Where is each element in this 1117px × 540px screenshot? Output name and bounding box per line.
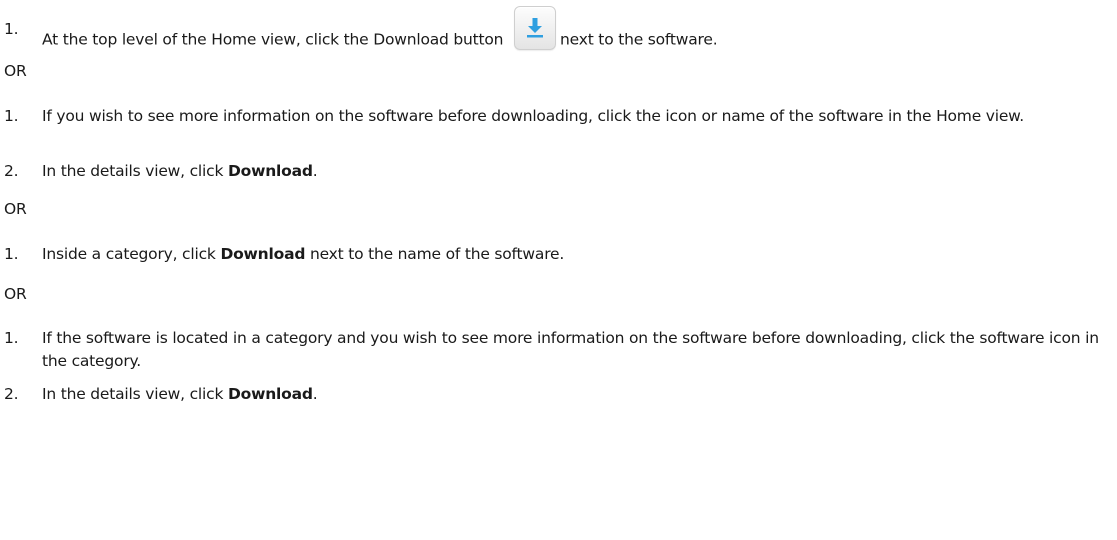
option3-step1: 1. Inside a category, click Download nex…	[4, 243, 1111, 266]
step-number: 2.	[4, 162, 19, 180]
step-text: In the details view, click Download.	[42, 162, 318, 180]
download-label: Download	[227, 385, 313, 403]
or-separator: OR	[4, 200, 27, 218]
step-text: If the software is located in a category…	[42, 329, 1099, 370]
or-separator: OR	[4, 285, 27, 303]
or-separator: OR	[4, 62, 27, 80]
instructions-document: 1. At the top level of the Home view, cl…	[0, 0, 1117, 540]
step-text: Inside a category, click Download next t…	[42, 245, 565, 263]
download-label: Download	[227, 162, 313, 180]
option1-step1: 1. At the top level of the Home view, cl…	[4, 6, 1111, 62]
step-number: 1.	[4, 107, 19, 125]
step-number: 1.	[4, 329, 19, 347]
option2-step2: 2. In the details view, click Download.	[4, 160, 1111, 183]
step-text: If you wish to see more information on t…	[42, 107, 1024, 125]
step-number: 1.	[4, 20, 19, 38]
step-text: At the top level of the Home view, click…	[42, 6, 1111, 62]
step-number: 1.	[4, 245, 19, 263]
download-arrow-icon	[514, 6, 557, 50]
option2-step1: 1. If you wish to see more information o…	[4, 105, 1111, 128]
option4-step2: 2. In the details view, click Download.	[4, 383, 1111, 406]
download-label: Download	[220, 245, 306, 263]
step-number: 2.	[4, 385, 19, 403]
step-text: In the details view, click Download.	[42, 385, 318, 403]
option4-step1: 1. If the software is located in a categ…	[4, 327, 1111, 373]
